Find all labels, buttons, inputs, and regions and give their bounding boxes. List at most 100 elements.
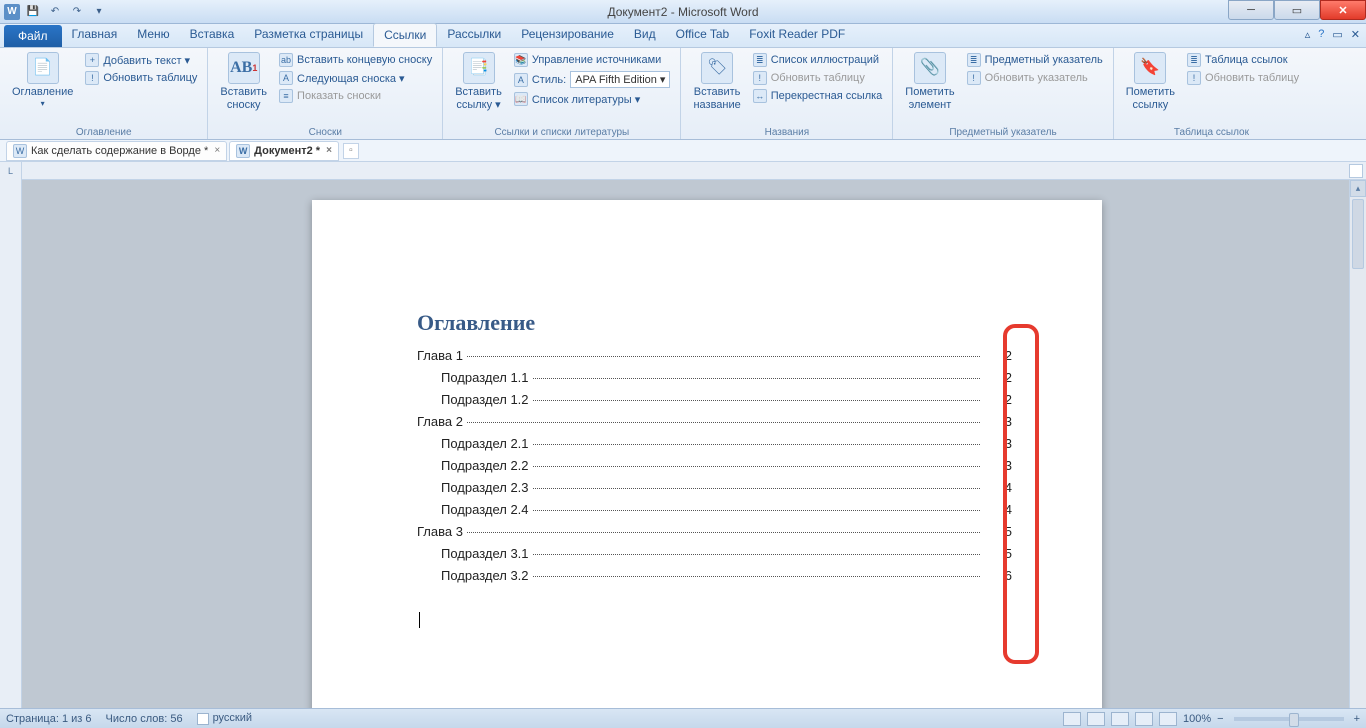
toc-button[interactable]: 📄 Оглавление▾ [8, 50, 77, 125]
save-button[interactable]: 💾 [24, 3, 42, 21]
ribbon-tab-foxit-reader-pdf[interactable]: Foxit Reader PDF [739, 23, 855, 47]
group-captions: 🏷 Вставить название ≣Список иллюстраций … [681, 48, 893, 139]
view-draft-button[interactable] [1159, 712, 1177, 726]
zoom-in-button[interactable]: + [1354, 713, 1360, 725]
status-page[interactable]: Страница: 1 из 6 [6, 713, 92, 725]
toc-entry[interactable]: Подраздел 2.44 [417, 502, 1012, 517]
doc-tab[interactable]: WКак сделать содержание в Ворде *× [6, 141, 227, 161]
ribbon-tab-меню[interactable]: Меню [127, 23, 179, 47]
close-button[interactable]: ✕ [1320, 0, 1366, 20]
zoom-level[interactable]: 100% [1183, 713, 1211, 725]
list-illustrations-button[interactable]: ≣Список иллюстраций [751, 52, 885, 68]
show-icon: ≡ [279, 89, 293, 103]
add-text-button[interactable]: +Добавить текст ▾ [83, 52, 199, 68]
toc-title: Оглавление [417, 310, 1012, 336]
doc-tab[interactable]: WДокумент2 *× [229, 141, 339, 161]
refresh-icon: ! [1187, 71, 1201, 85]
biblio-icon: 📖 [514, 92, 528, 106]
view-web-button[interactable] [1111, 712, 1129, 726]
sources-icon: 📚 [514, 53, 528, 67]
undo-button[interactable]: ↶ [46, 3, 64, 21]
new-doc-tab-button[interactable]: ▫ [343, 143, 359, 159]
toa-icon: 🔖 [1134, 52, 1166, 84]
citation-style-combo[interactable]: AСтиль: APA Fifth Edition▾ [512, 70, 673, 89]
mark-citation-button[interactable]: 🔖 Пометить ссылку [1122, 50, 1179, 125]
vertical-scrollbar[interactable]: ▴ [1349, 180, 1366, 708]
toc-entry[interactable]: Подраздел 3.15 [417, 546, 1012, 561]
refresh-icon: ! [753, 71, 767, 85]
view-fullscreen-button[interactable] [1087, 712, 1105, 726]
bibliography-button[interactable]: 📖Список литературы ▾ [512, 91, 673, 107]
update-toa-button[interactable]: !Обновить таблицу [1185, 70, 1301, 86]
minimize-button[interactable]: ─ [1228, 0, 1274, 20]
help-icon[interactable]: ? [1318, 28, 1324, 41]
close-tab-icon[interactable]: × [326, 145, 332, 156]
next-footnote-button[interactable]: AСледующая сноска ▾ [277, 70, 434, 86]
ribbon-tab-вид[interactable]: Вид [624, 23, 666, 47]
ribbon-tab-рассылки[interactable]: Рассылки [437, 23, 511, 47]
group-toa: 🔖 Пометить ссылку ≣Таблица ссылок !Обнов… [1114, 48, 1309, 139]
options-icon[interactable]: ▭ [1332, 28, 1342, 41]
word-doc-icon: W [13, 144, 27, 158]
zoom-out-button[interactable]: − [1217, 713, 1223, 725]
show-footnotes-button[interactable]: ≡Показать сноски [277, 88, 434, 104]
tab-selector[interactable]: L [0, 162, 22, 180]
view-print-button[interactable] [1063, 712, 1081, 726]
mark-entry-button[interactable]: 📎 Пометить элемент [901, 50, 958, 125]
insert-toa-button[interactable]: ≣Таблица ссылок [1185, 52, 1301, 68]
redo-button[interactable]: ↷ [68, 3, 86, 21]
next-icon: A [279, 71, 293, 85]
page[interactable]: Оглавление Глава 12 Подраздел 1.12 Подразд… [312, 200, 1102, 708]
maximize-button[interactable]: ▭ [1274, 0, 1320, 20]
scroll-up-button[interactable]: ▴ [1350, 180, 1366, 197]
zoom-slider[interactable] [1234, 717, 1344, 721]
insert-citation-button[interactable]: 📑 Вставить ссылку ▾ [451, 50, 506, 125]
status-lang[interactable]: русский [197, 712, 252, 724]
status-words[interactable]: Число слов: 56 [106, 713, 183, 725]
insert-footnote-button[interactable]: AB1 Вставить сноску [216, 50, 271, 125]
toc-entry[interactable]: Подраздел 3.26 [417, 568, 1012, 583]
insert-endnote-button[interactable]: abВставить концевую сноску [277, 52, 434, 68]
refresh-icon: ! [85, 71, 99, 85]
toc-entry[interactable]: Глава 12 [417, 348, 1012, 363]
close-tab-icon[interactable]: × [214, 145, 220, 156]
document-canvas[interactable]: Оглавление Глава 12 Подраздел 1.12 Подразд… [22, 180, 1366, 708]
group-label: Предметный указатель [901, 125, 1104, 139]
update-index-button[interactable]: !Обновить указатель [965, 70, 1105, 86]
toc-entry[interactable]: Подраздел 2.23 [417, 458, 1012, 473]
ruler-toggle-button[interactable] [1349, 164, 1363, 178]
update-captions-button[interactable]: !Обновить таблицу [751, 70, 885, 86]
word-app-icon[interactable]: W [4, 4, 20, 20]
insert-caption-button[interactable]: 🏷 Вставить название [689, 50, 744, 125]
vertical-ruler[interactable] [0, 180, 22, 708]
ribbon-tab-ссылки[interactable]: Ссылки [373, 23, 437, 47]
minimize-ribbon-icon[interactable]: ▵ [1305, 28, 1311, 41]
document-tabs: WКак сделать содержание в Ворде *×WДокум… [0, 140, 1366, 162]
update-toc-button[interactable]: !Обновить таблицу [83, 70, 199, 86]
toc-entry[interactable]: Подраздел 1.22 [417, 392, 1012, 407]
index-icon: ≣ [967, 53, 981, 67]
file-tab[interactable]: Файл [4, 25, 62, 47]
toc-entry[interactable]: Глава 35 [417, 524, 1012, 539]
crossref-icon: ↔ [753, 89, 767, 103]
scroll-thumb[interactable] [1352, 199, 1364, 269]
ribbon-tab-разметка-страницы[interactable]: Разметка страницы [244, 23, 373, 47]
close-doc-icon[interactable]: ✕ [1351, 28, 1360, 41]
ribbon-tab-рецензирование[interactable]: Рецензирование [511, 23, 624, 47]
word-doc-icon: W [236, 144, 250, 158]
titlebar: W 💾 ↶ ↷ ▾ Документ2 - Microsoft Word ─ ▭… [0, 0, 1366, 24]
window-controls: ─ ▭ ✕ [1228, 0, 1366, 20]
toc-entry[interactable]: Подраздел 2.13 [417, 436, 1012, 451]
view-outline-button[interactable] [1135, 712, 1153, 726]
manage-sources-button[interactable]: 📚Управление источниками [512, 52, 673, 68]
toc-entry[interactable]: Глава 23 [417, 414, 1012, 429]
insert-index-button[interactable]: ≣Предметный указатель [965, 52, 1105, 68]
ribbon-tab-office-tab[interactable]: Office Tab [666, 23, 740, 47]
cross-reference-button[interactable]: ↔Перекрестная ссылка [751, 88, 885, 104]
toc-entry[interactable]: Подраздел 1.12 [417, 370, 1012, 385]
toc-entry[interactable]: Подраздел 2.34 [417, 480, 1012, 495]
qat-more-button[interactable]: ▾ [90, 3, 108, 21]
ribbon-tab-главная[interactable]: Главная [62, 23, 128, 47]
ribbon-tab-вставка[interactable]: Вставка [180, 23, 245, 47]
mark-icon: 📎 [914, 52, 946, 84]
